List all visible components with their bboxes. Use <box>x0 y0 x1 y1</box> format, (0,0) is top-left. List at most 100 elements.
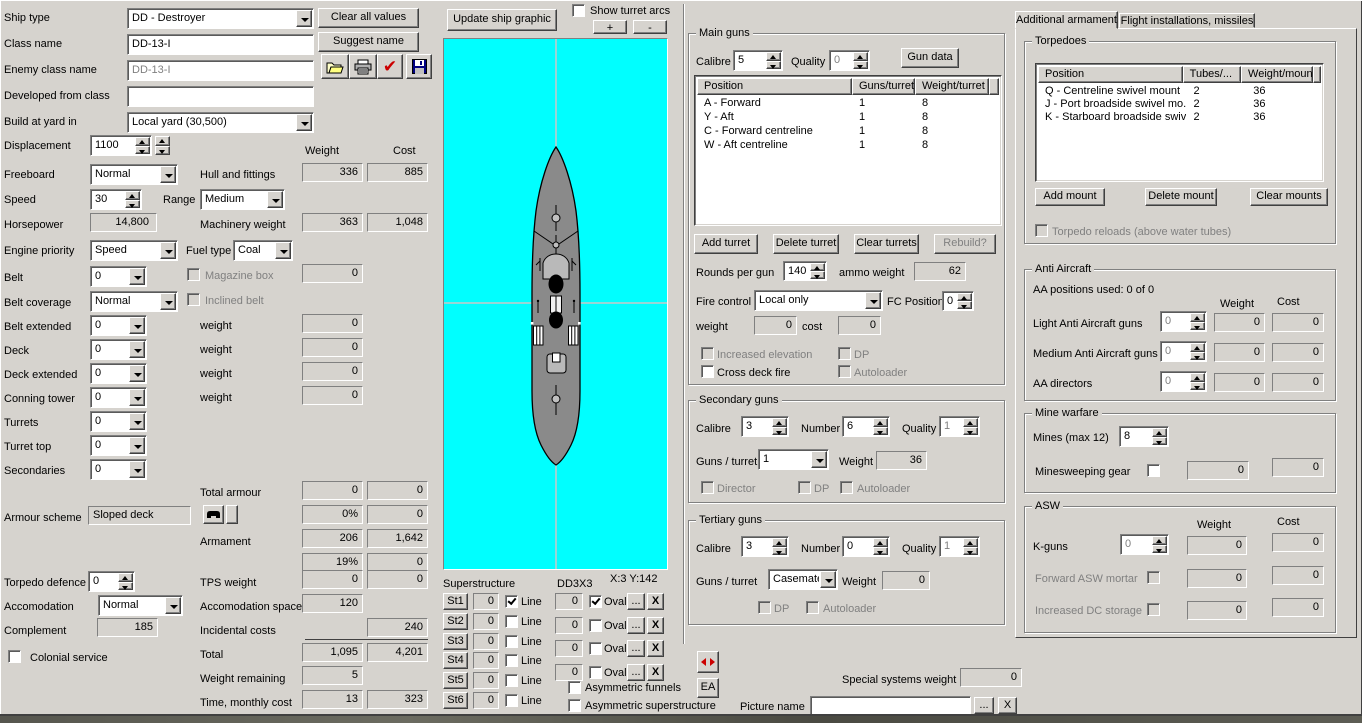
chevron-down-icon[interactable] <box>129 317 145 334</box>
chevron-down-icon[interactable] <box>160 293 176 310</box>
spin-down-button[interactable] <box>810 271 825 279</box>
spin-up-button[interactable] <box>1152 536 1167 545</box>
table-row[interactable]: A - Forward 1 8 <box>697 97 998 110</box>
ea-button[interactable]: EA <box>697 678 719 698</box>
spin-up-button[interactable] <box>155 136 170 146</box>
spin-down-button[interactable] <box>963 426 978 435</box>
tertiary-quality-spinner[interactable]: 1 <box>939 536 980 557</box>
mines-spinner[interactable]: 8 <box>1119 426 1169 447</box>
update-ship-graphic-button[interactable]: Update ship graphic <box>447 9 557 31</box>
fire-control-select[interactable]: Local only <box>754 290 883 311</box>
column-header[interactable]: Weight/turret <box>915 78 989 95</box>
spin-up-button[interactable] <box>1190 343 1205 352</box>
torpedoes-table[interactable]: Position Tubes/... Weight/mount Q - Cent… <box>1035 63 1324 182</box>
delete-mount-button[interactable]: Delete mount <box>1145 188 1217 206</box>
chevron-down-icon[interactable] <box>820 571 836 588</box>
chevron-down-icon[interactable] <box>129 365 145 382</box>
spin-down-button[interactable] <box>1152 544 1167 553</box>
column-header[interactable]: Weight/mount <box>1241 66 1313 83</box>
main-quality-spinner[interactable]: 0 <box>829 50 870 71</box>
belt-coverage-select[interactable]: Normal <box>90 291 178 312</box>
delete-turret-button[interactable]: Delete turret <box>773 234 839 254</box>
ship-type-select[interactable]: DD - Destroyer <box>127 8 314 29</box>
st2-line-checkbox[interactable] <box>505 615 518 628</box>
suggest-name-button[interactable]: Suggest name <box>318 32 419 52</box>
spin-down-button[interactable] <box>772 426 787 435</box>
add-turret-button[interactable]: Add turret <box>694 234 758 254</box>
oval4-delete-button[interactable]: X <box>647 664 664 681</box>
spin-up-button[interactable] <box>1190 313 1205 322</box>
picture-clear-button[interactable]: X <box>998 697 1017 714</box>
spin-down-button[interactable] <box>957 301 972 309</box>
freeboard-select[interactable]: Normal <box>90 164 178 185</box>
range-select[interactable]: Medium <box>200 189 285 210</box>
spin-down-button[interactable] <box>118 581 133 590</box>
picture-name-input[interactable] <box>810 696 971 716</box>
chevron-down-icon[interactable] <box>129 268 145 285</box>
clear-turrets-button[interactable]: Clear turrets <box>854 234 919 254</box>
oval3-browse-button[interactable]: ... <box>627 640 645 657</box>
spin-up-button[interactable] <box>766 52 781 61</box>
spin-down-button[interactable] <box>873 426 888 435</box>
oval3-delete-button[interactable]: X <box>647 640 664 657</box>
spin-up-button[interactable] <box>963 538 978 547</box>
st4-line-checkbox[interactable] <box>505 654 518 667</box>
st4-button[interactable]: St4 <box>443 652 468 669</box>
developed-from-input[interactable] <box>127 86 314 107</box>
displacement-spinner[interactable]: 1100 <box>90 135 152 156</box>
light-aa-spinner[interactable]: 0 <box>1160 311 1207 332</box>
colonial-service-checkbox[interactable] <box>8 650 21 663</box>
clear-all-values-button[interactable]: Clear all values <box>318 8 419 28</box>
st1-button[interactable]: St1 <box>443 593 468 610</box>
verify-button[interactable]: ✔ <box>377 54 403 79</box>
chevron-down-icon[interactable] <box>129 461 145 478</box>
secondary-guns-turret-select[interactable]: 1 <box>758 449 829 470</box>
class-name-input[interactable]: DD-13-I <box>127 34 314 55</box>
add-mount-button[interactable]: Add mount <box>1035 188 1105 206</box>
accomodation-select[interactable]: Normal <box>98 595 183 616</box>
column-header[interactable]: Tubes/... <box>1182 66 1242 83</box>
oval1-browse-button[interactable]: ... <box>627 593 645 610</box>
chevron-down-icon[interactable] <box>296 10 312 27</box>
st5-line-checkbox[interactable] <box>505 674 518 687</box>
secondary-number-spinner[interactable]: 6 <box>842 416 890 437</box>
ship-top-view-canvas[interactable] <box>443 38 668 570</box>
chevron-down-icon[interactable] <box>275 242 291 259</box>
chevron-down-icon[interactable] <box>160 166 176 183</box>
table-row[interactable]: J - Port broadside swivel mo... 2 36 <box>1038 98 1320 111</box>
medium-aa-spinner[interactable]: 0 <box>1160 341 1207 362</box>
secondaries-select[interactable]: 0 <box>90 459 147 480</box>
zoom-out-button[interactable]: - <box>633 20 667 34</box>
armour-scheme-aux-button[interactable] <box>226 505 238 524</box>
chevron-down-icon[interactable] <box>129 413 145 430</box>
oval1-checkbox[interactable] <box>589 595 602 608</box>
table-row[interactable]: Q - Centreline swivel mount 2 36 <box>1038 85 1320 98</box>
secondary-calibre-spinner[interactable]: 3 <box>741 416 789 437</box>
print-button[interactable] <box>349 54 377 79</box>
spin-up-button[interactable] <box>873 538 888 547</box>
spin-down-button[interactable] <box>155 145 170 155</box>
conning-tower-select[interactable]: 0 <box>90 387 147 408</box>
spin-up-button[interactable] <box>963 418 978 427</box>
st1-line-checkbox[interactable] <box>505 595 518 608</box>
tab-flight-installations[interactable]: Flight installations, missiles <box>1119 13 1255 28</box>
table-row[interactable]: W - Aft centreline 1 8 <box>697 139 998 152</box>
tertiary-guns-turret-select[interactable]: Casemate: <box>768 569 838 590</box>
spin-up-button[interactable] <box>125 191 140 200</box>
minesweeping-gear-checkbox[interactable] <box>1147 464 1160 477</box>
main-calibre-spinner[interactable]: 5 <box>733 50 783 71</box>
belt-select[interactable]: 0 <box>90 266 147 287</box>
chevron-down-icon[interactable] <box>160 242 176 259</box>
deck-extended-select[interactable]: 0 <box>90 363 147 384</box>
spin-down-button[interactable] <box>135 145 150 154</box>
spin-up-button[interactable] <box>873 418 888 427</box>
show-turret-arcs-checkbox[interactable] <box>572 4 585 17</box>
spin-down-button[interactable] <box>873 546 888 555</box>
displacement-coarse-spinner[interactable] <box>155 136 170 155</box>
armour-scheme-picker-button[interactable] <box>203 505 224 524</box>
spin-up-button[interactable] <box>957 293 972 301</box>
picture-browse-button[interactable]: ... <box>974 697 994 714</box>
fc-positions-spinner[interactable]: 0 <box>942 291 974 311</box>
spin-down-button[interactable] <box>963 546 978 555</box>
engine-priority-select[interactable]: Speed <box>90 240 178 261</box>
